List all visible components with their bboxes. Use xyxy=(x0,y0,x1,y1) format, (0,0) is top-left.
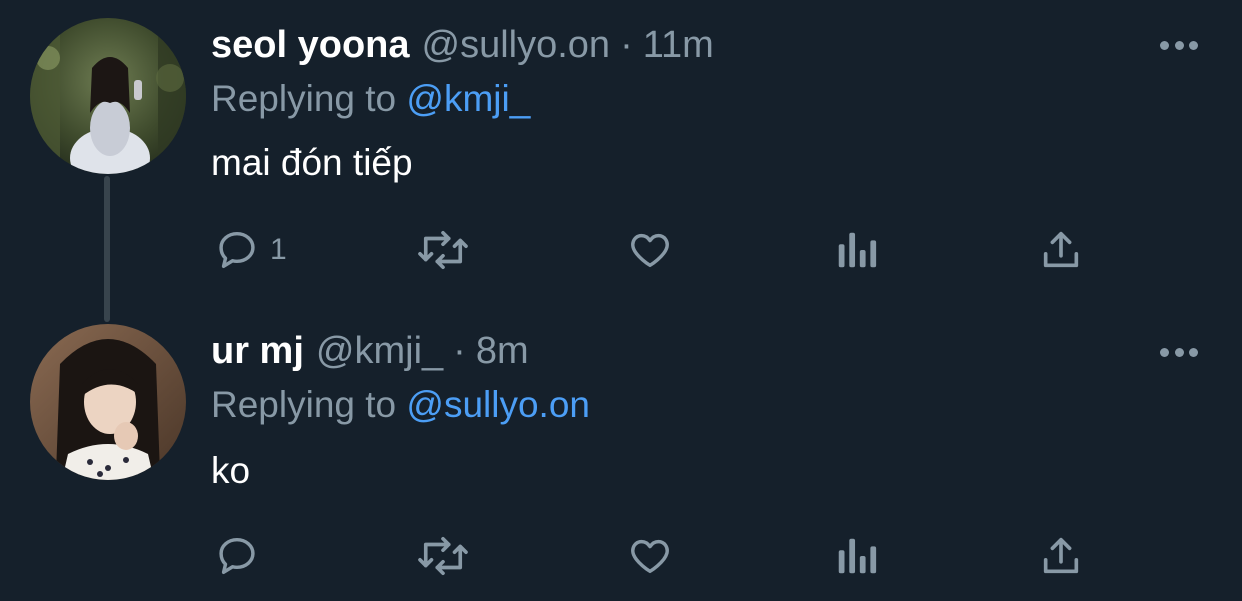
tweet-text: ko xyxy=(211,450,251,491)
retweet-button[interactable] xyxy=(414,526,472,586)
share-button[interactable] xyxy=(1038,526,1084,586)
retweet-icon xyxy=(418,536,468,576)
like-button[interactable] xyxy=(626,220,674,280)
reply-button[interactable]: 1 xyxy=(214,220,287,280)
avatar[interactable] xyxy=(30,324,186,480)
share-icon xyxy=(1043,537,1079,574)
tweet[interactable]: ur mj @kmji_ · 8m Replying to @sullyo.on… xyxy=(0,300,1242,601)
display-name[interactable]: ur mj xyxy=(211,330,304,373)
display-name[interactable]: seol yoona xyxy=(211,24,410,67)
avatar[interactable] xyxy=(30,18,186,174)
more-icon[interactable] xyxy=(1160,345,1198,359)
handle[interactable]: @kmji_ xyxy=(316,330,443,373)
avatar-photo xyxy=(30,18,186,174)
retweet-icon xyxy=(418,230,468,270)
more-icon[interactable] xyxy=(1160,38,1198,52)
replying-to: Replying to @kmji_ xyxy=(211,78,530,120)
reply-icon xyxy=(219,231,255,269)
separator: · xyxy=(453,330,466,372)
reply-button[interactable] xyxy=(214,526,270,586)
action-bar: 1 xyxy=(0,220,1242,280)
like-button[interactable] xyxy=(626,526,674,586)
tweet-header: ur mj @kmji_ · 8m xyxy=(211,330,529,380)
avatar-photo xyxy=(30,324,186,480)
mention-link[interactable]: @kmji_ xyxy=(406,78,530,119)
share-button[interactable] xyxy=(1038,220,1084,280)
reply-count: 1 xyxy=(270,233,287,266)
reply-icon xyxy=(219,537,255,575)
tweet[interactable]: seol yoona @sullyo.on · 11m Replying to … xyxy=(0,0,1242,322)
action-bar xyxy=(0,526,1242,586)
tweet-text: mai đón tiếp xyxy=(211,142,413,183)
replying-prefix: Replying to xyxy=(211,78,397,119)
analytics-button[interactable] xyxy=(834,220,878,280)
like-icon xyxy=(631,539,669,574)
replying-prefix: Replying to xyxy=(211,384,397,425)
timestamp[interactable]: 11m xyxy=(643,24,714,67)
analytics-icon xyxy=(838,538,877,574)
share-icon xyxy=(1043,231,1079,268)
replying-to: Replying to @sullyo.on xyxy=(211,384,590,426)
analytics-button[interactable] xyxy=(834,526,878,586)
timestamp[interactable]: 8m xyxy=(476,330,529,373)
retweet-button[interactable] xyxy=(414,220,472,280)
tweet-header: seol yoona @sullyo.on · 11m xyxy=(211,24,714,74)
like-icon xyxy=(631,233,669,268)
separator: · xyxy=(620,24,633,66)
handle[interactable]: @sullyo.on xyxy=(422,24,611,67)
analytics-icon xyxy=(838,232,877,268)
mention-link[interactable]: @sullyo.on xyxy=(406,384,590,425)
